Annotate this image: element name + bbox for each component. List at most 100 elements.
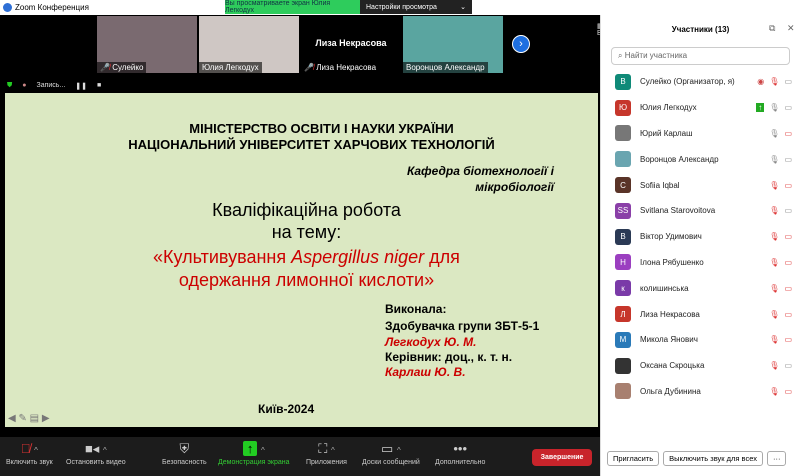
camera-off-icon[interactable]: ▭ [784, 258, 792, 267]
participant-search-input[interactable]: ⌕ Найти участника [611, 47, 790, 65]
avatar: Л [615, 306, 631, 323]
mic-muted-icon[interactable]: 🎙 [769, 387, 779, 396]
participant-row[interactable]: В Сулейко (Организатор, я) ◉ 🎙 ▭ [601, 69, 800, 95]
participant-row[interactable]: Л Лиза Некрасова 🎙 ▭ [601, 301, 800, 327]
close-icon[interactable]: ✕ [787, 23, 795, 34]
video-thumb[interactable]: Юлия Легкодух [199, 16, 299, 73]
participants-panel: Участники (13) ⧉ ✕ ⌕ Найти участника В Суле… [600, 15, 800, 476]
end-meeting-button[interactable]: Завершение [532, 449, 592, 466]
share-screen-button[interactable]: ↑ ^ Демонстрация экрана [218, 441, 290, 466]
more-button[interactable]: ••• Дополнительно [435, 441, 485, 466]
camera-off-icon[interactable]: ▭ [784, 232, 792, 241]
zoom-logo-icon [3, 3, 12, 12]
more-icon: ••• [453, 441, 468, 456]
mic-muted-icon[interactable]: 🎙 [769, 361, 779, 370]
mic-muted-icon[interactable]: 🎙 [769, 335, 779, 344]
video-thumb[interactable]: Воронцов Александр [403, 16, 503, 73]
security-button[interactable]: ⛨ Безопасность [162, 441, 207, 466]
camera-off-icon[interactable]: ▭ [784, 335, 792, 344]
participant-row[interactable]: SS Svitlana Starovoitova 🎙 ▭ [601, 198, 800, 224]
unmute-button[interactable]: 🎙̸ ^ Включить звук [6, 441, 53, 466]
apps-icon: ⛶ ^ [318, 441, 335, 456]
camera-off-icon[interactable]: ▭ [784, 387, 792, 396]
shield-icon: ⛊ [7, 81, 13, 89]
participant-row[interactable]: Воронцов Александр 🎙 ▭ [601, 146, 800, 172]
avatar: SS [615, 202, 631, 219]
apps-button[interactable]: ⛶ ^ Приложения [306, 441, 347, 466]
participant-row[interactable]: C Sofiia Iqbal 🎙 ▭ [601, 172, 800, 198]
more-options-button[interactable]: ··· [766, 451, 787, 466]
viewing-banner: Вы просматриваете экран Юлия Легкодух [225, 0, 360, 14]
mic-icon[interactable]: 🎙 [769, 129, 779, 138]
participant-name: Ольга Дубинина [640, 386, 701, 396]
slide-work-title: Кваліфікаційна робота [212, 200, 401, 220]
mic-muted-icon[interactable]: 🎙 [769, 232, 779, 241]
slide-topic-line2: одержання лимонної кислоти» [178, 270, 435, 290]
camera-icon[interactable]: ▭ [784, 77, 792, 86]
slide-student-role: Здобувачка групи ЗБТ-5-1 [385, 319, 540, 333]
camera-off-icon[interactable]: ▭ [784, 181, 792, 190]
slide-nav: ◀ ✎ ▤ ▶ [8, 413, 50, 424]
avatar: М [615, 331, 631, 348]
camera-off-icon[interactable]: ▭ [784, 310, 792, 319]
popout-icon[interactable]: ⧉ [769, 23, 775, 34]
mute-all-button[interactable]: Выключить звук для всех [663, 451, 763, 466]
prev-slide-icon[interactable]: ◀ [8, 413, 16, 424]
slide-university: НАЦІОНАЛЬНИЙ УНІВЕРСИТЕТ ХАРЧОВИХ ТЕХНОЛ… [128, 137, 495, 152]
invite-button[interactable]: Пригласить [607, 451, 660, 466]
whiteboard-label: Доски сообщений [362, 459, 420, 466]
camera-icon[interactable]: ▭ [784, 206, 792, 215]
mic-icon[interactable]: 🎙 [769, 155, 779, 164]
slide-done: Виконала: [385, 302, 447, 316]
participant-name: Сулейко (Организатор, я) [640, 77, 735, 87]
next-slide-icon[interactable]: ▶ [42, 413, 50, 424]
whiteboards-button[interactable]: ▭ ^ Доски сообщений [362, 441, 420, 466]
meeting-toolbar: 🎙̸ ^ Включить звук ■◂ ^ Остановить видео ⛨… [0, 437, 600, 476]
search-icon: ⌕ [618, 51, 623, 60]
participant-row[interactable]: Юрий Карлаш 🎙 ▭ [601, 121, 800, 147]
slide-advisor: Карлаш Ю. В. [385, 365, 466, 379]
camera-off-icon[interactable]: ▭ [784, 284, 792, 293]
shared-slide: МІНІСТЕРСТВО ОСВІТИ І НАУКИ УКРАЇНИ НАЦІ… [5, 93, 598, 427]
camera-icon[interactable]: ▭ [784, 103, 792, 112]
recording-icon: ◉ [757, 77, 765, 87]
pause-recording-button[interactable]: ❚❚ [75, 82, 87, 90]
pen-icon[interactable]: ✎ [18, 413, 26, 424]
mic-muted-icon[interactable]: 🎙 [769, 284, 779, 293]
participant-row[interactable]: М Микола Янович 🎙 ▭ [601, 327, 800, 353]
stop-video-label: Остановить видео [66, 459, 126, 466]
camera-icon: ■◂ ^ [84, 441, 107, 456]
view-settings-button[interactable]: Настройки просмотра ⌄ [360, 0, 472, 14]
stop-recording-button[interactable]: ■ [97, 82, 101, 89]
mic-muted-icon[interactable]: 🎙 [769, 258, 779, 267]
camera-icon[interactable]: ▭ [784, 361, 792, 370]
participant-name: Оксана Скроцька [640, 361, 705, 371]
camera-off-icon[interactable]: ▭ [784, 129, 792, 138]
participant-row[interactable]: Н Ілона Рябушенко 🎙 ▭ [601, 250, 800, 276]
camera-icon[interactable]: ▭ [784, 155, 792, 164]
sharing-icon: ↑ [756, 103, 765, 113]
mic-muted-icon[interactable]: 🎙 [769, 77, 779, 86]
thumb-center-name: Лиза Некрасова [315, 38, 387, 48]
slide-topic: «Культивування Aspergillus niger для [5, 247, 598, 268]
window-title: Zoom Конференция [15, 3, 89, 12]
participant-row[interactable]: Ю Юлия Легкодух ↑ 🎙 ▭ [601, 95, 800, 121]
participant-row[interactable]: к колишинська 🎙 ▭ [601, 275, 800, 301]
security-label: Безопасность [162, 459, 207, 466]
participant-row[interactable]: В Віктор Удимович 🎙 ▭ [601, 224, 800, 250]
video-thumb[interactable]: Лиза Некрасова 🎤̸ Лиза Некрасова [301, 16, 401, 73]
mic-muted-icon: 🎤̸ [304, 63, 314, 72]
menu-icon[interactable]: ▤ [30, 413, 39, 424]
slide-work-sub: на тему: [271, 222, 342, 242]
stop-video-button[interactable]: ■◂ ^ Остановить видео [66, 441, 126, 466]
mic-muted-icon[interactable]: 🎙 [769, 181, 779, 190]
next-page-button[interactable]: › [512, 35, 530, 53]
participant-row[interactable]: Оксана Скроцька 🎙 ▭ [601, 353, 800, 379]
participant-row[interactable]: Ольга Дубинина 🎙 ▭ [601, 379, 800, 405]
mic-muted-icon[interactable]: 🎙 [769, 206, 779, 215]
video-thumb[interactable]: 🎤̸ Сулейко [97, 16, 197, 73]
share-screen-icon: ↑ ^ [218, 441, 290, 459]
avatar: В [615, 228, 631, 245]
mic-icon[interactable]: 🎙 [769, 103, 779, 112]
mic-muted-icon[interactable]: 🎙 [769, 310, 779, 319]
